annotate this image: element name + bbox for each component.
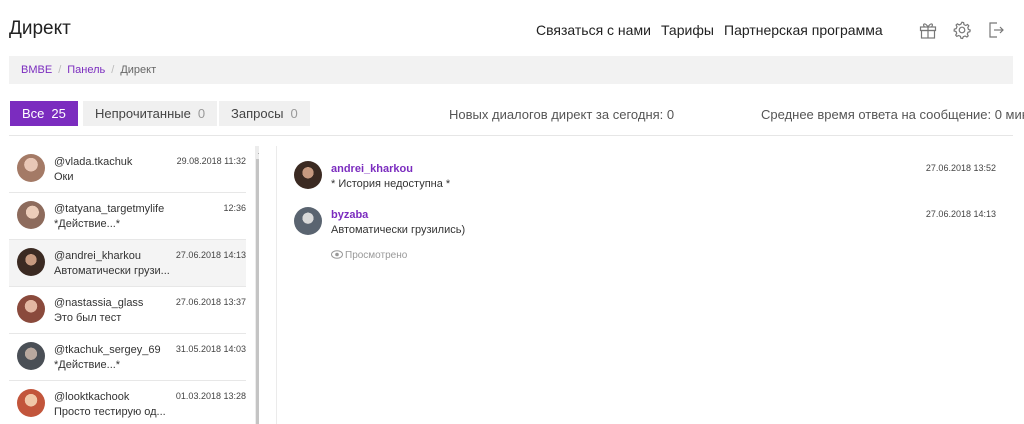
dialog-item[interactable]: @andrei_kharkou 27.06.2018 14:13 Автомат… [9,240,246,287]
breadcrumb-home[interactable]: BMBE [21,64,52,76]
tab-all[interactable]: Все 25 [10,101,78,126]
avg-response-stat: Среднее время ответа на сообщение: 0 мин… [761,107,1024,122]
scroll-up-arrow-icon[interactable] [258,150,259,154]
scrollbar[interactable] [255,146,259,424]
message-text: * История недоступна * [331,178,451,190]
tab-unread[interactable]: Непрочитанные 0 [83,101,218,126]
nav-contact-link[interactable]: Связаться с нами [536,22,651,38]
message-sender[interactable]: byzaba [331,209,368,221]
panel-divider [276,146,277,424]
dialog-item[interactable]: @nastassia_glass 27.06.2018 13:37 Это бы… [9,287,246,334]
header: Директ Связаться с нами Тарифы Партнерск… [0,0,1024,56]
dialog-list: @vlada.tkachuk 29.08.2018 11:32 Оки @tat… [9,146,259,424]
message: andrei_kharkou 27.06.2018 13:52 * Истори… [294,161,996,201]
gear-icon[interactable] [952,20,972,40]
new-dialogs-stat: Новых диалогов директ за сегодня: 0 [449,107,675,122]
dialog-preview: Оки [54,171,74,183]
dialog-preview: Это был тест [54,312,122,324]
message-time: 27.06.2018 13:52 [925,163,996,173]
divider [9,135,1013,136]
tab-count: 0 [197,106,206,121]
tab-label: Все [22,106,45,121]
eye-icon [331,250,343,259]
dialog-time: 12:36 [223,203,246,213]
avatar [17,154,45,182]
breadcrumb-separator: / [111,64,115,76]
tab-label: Непрочитанные [95,106,191,121]
message-time: 27.06.2018 14:13 [925,209,996,219]
nav-pricing-link[interactable]: Тарифы [661,22,714,38]
dialog-item[interactable]: @tatyana_targetmylife 12:36 *Действие...… [9,193,246,240]
seen-label: Просмотрено [345,250,408,261]
dialog-time: 29.08.2018 11:32 [176,156,246,166]
dialog-time: 01.03.2018 13:28 [175,391,246,401]
message-sender[interactable]: andrei_kharkou [331,163,413,175]
tab-count: 25 [51,106,66,121]
tab-label: Запросы [231,106,284,121]
page-title: Директ [9,18,71,39]
dialog-preview: *Действие...* [54,359,121,371]
logout-icon[interactable] [986,20,1006,40]
tab-count: 0 [290,106,298,121]
dialog-username: @tatyana_targetmylife [54,203,165,215]
message-text: Автоматически грузились) [331,224,466,236]
gift-icon[interactable] [918,20,938,40]
dialog-time: 31.05.2018 14:03 [175,344,246,354]
dialog-item[interactable]: @looktkachook 01.03.2018 13:28 Просто те… [9,381,246,424]
avatar [17,248,45,276]
dialog-item[interactable]: @vlada.tkachuk 29.08.2018 11:32 Оки [9,146,246,193]
dialog-username: @vlada.tkachuk [54,156,133,168]
dialog-username: @looktkachook [54,391,130,403]
breadcrumb-current: Директ [120,64,157,76]
dialog-username: @tkachuk_sergey_69 [54,344,161,356]
seen-status: Просмотрено [331,250,407,261]
avatar [294,161,322,189]
dialog-username: @nastassia_glass [54,297,144,309]
dialog-preview: Автоматически грузи... [54,265,170,277]
avatar [17,389,45,417]
tab-requests[interactable]: Запросы 0 [219,101,310,126]
breadcrumb-separator: / [58,64,62,76]
dialog-username: @andrei_kharkou [54,250,141,262]
dialog-item[interactable]: @tkachuk_sergey_69 31.05.2018 14:03 *Дей… [9,334,246,381]
message: byzaba 27.06.2018 14:13 Автоматически гр… [294,207,996,247]
dialog-time: 27.06.2018 13:37 [175,297,246,307]
avatar [17,295,45,323]
scrollbar-thumb[interactable] [256,159,259,424]
dialog-preview: Просто тестирую од... [54,406,166,418]
breadcrumb-panel[interactable]: Панель [67,64,105,76]
dialog-time: 27.06.2018 14:13 [175,250,246,260]
breadcrumb: BMBE / Панель / Директ [9,56,1013,84]
avatar [17,342,45,370]
avatar [294,207,322,235]
avatar [17,201,45,229]
nav-partner-link[interactable]: Партнерская программа [724,22,883,38]
dialog-preview: *Действие...* [54,218,121,230]
